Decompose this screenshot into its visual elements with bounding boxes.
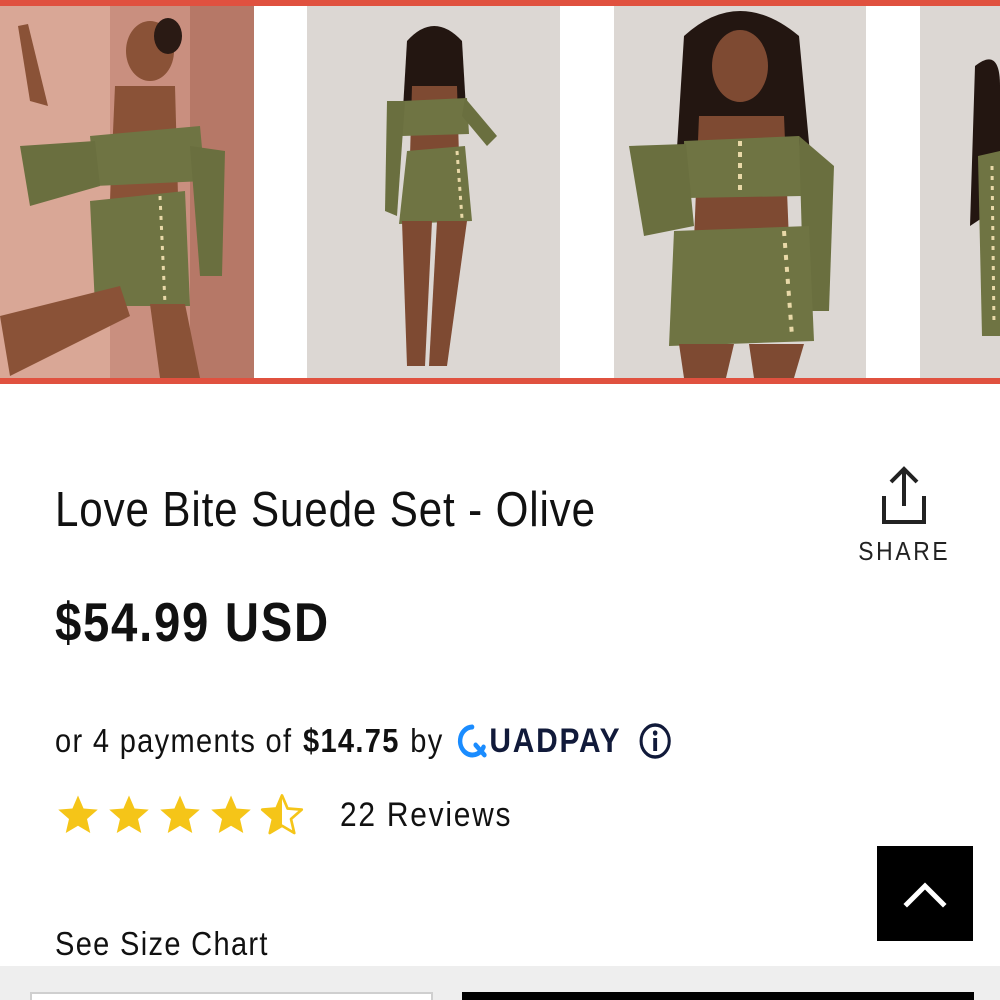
product-image-carousel[interactable] [0, 0, 1000, 384]
quadpay-logo: UADPAY [456, 722, 621, 761]
product-price: $54.99 USD [55, 591, 330, 653]
model-photo-3 [614, 6, 866, 378]
quadpay-q-icon [457, 724, 487, 758]
purchase-bar [0, 966, 1000, 1000]
installment-offer: or 4 payments of $14.75 by UADPAY [55, 718, 672, 764]
share-icon [882, 466, 926, 524]
star-half-icon [260, 794, 304, 835]
share-button[interactable]: SHARE [858, 466, 950, 576]
installment-lead-text: or 4 payments of [55, 722, 293, 759]
add-to-bag-button[interactable] [462, 992, 974, 1000]
product-image-1[interactable] [0, 6, 254, 378]
model-photo-1 [0, 6, 254, 378]
model-photo-2 [307, 6, 560, 378]
product-title: Love Bite Suede Set - Olive [55, 483, 596, 537]
star-full-icon [58, 795, 98, 834]
share-label: SHARE [857, 536, 951, 566]
star-full-icon [211, 795, 251, 834]
info-icon[interactable] [637, 721, 672, 761]
size-chart-link[interactable]: See Size Chart [55, 925, 269, 963]
model-photo-4 [920, 6, 1000, 378]
star-full-icon [160, 795, 200, 834]
chevron-up-icon [903, 881, 947, 908]
reviews-link[interactable]: 22 Reviews [340, 796, 512, 835]
star-full-icon [109, 795, 149, 834]
product-image-3[interactable] [614, 6, 866, 378]
quadpay-wordmark: UADPAY [489, 721, 622, 760]
product-rating[interactable]: 22 Reviews [55, 792, 536, 838]
installment-by-text: by [410, 722, 444, 759]
back-to-top-button[interactable] [877, 846, 973, 941]
size-select[interactable] [30, 992, 433, 1000]
installment-amount: $14.75 [302, 722, 400, 759]
product-image-2[interactable] [307, 6, 560, 378]
product-image-4[interactable] [920, 6, 1000, 378]
